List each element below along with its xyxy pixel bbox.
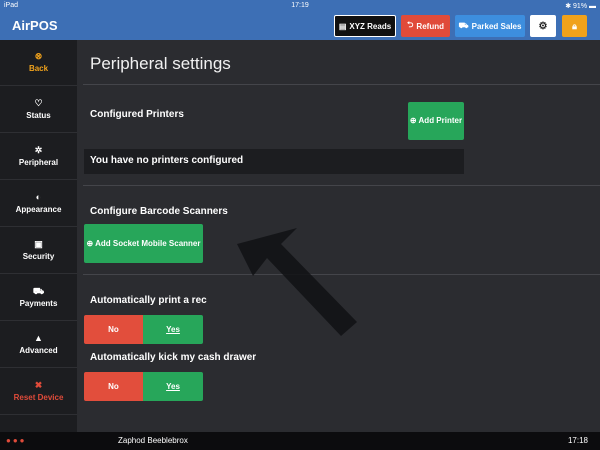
heartbeat-icon: ♡ (34, 98, 43, 108)
xyz-reads-label: XYZ Reads (349, 21, 392, 31)
auto-print-toggle: No Yes (84, 315, 203, 344)
auto-kick-toggle: No Yes (84, 372, 203, 401)
sidebar-item-label: Back (28, 64, 49, 73)
auto-print-no-button[interactable]: No (84, 315, 143, 344)
battery-indicator: ✱ 91% ▬ (565, 3, 596, 10)
refund-label: Refund (416, 21, 444, 31)
sidebar-item-reset-device[interactable]: ✖ Reset Device (0, 369, 77, 415)
car-icon: ⛟ (458, 21, 469, 30)
sidebar-item-payments[interactable]: ⛟ Payments (0, 275, 77, 321)
refund-button[interactable]: ⮌ Refund (401, 15, 450, 37)
logged-in-user: Zaphod Beeblebrox (118, 436, 188, 445)
sidebar-item-label: Peripheral (18, 158, 59, 167)
refund-icon: ⮌ (407, 20, 414, 29)
register-icon: ▤ (338, 21, 347, 31)
add-printer-label: Add Printer (418, 116, 463, 125)
parked-sales-label: Parked Sales (471, 21, 522, 31)
auto-print-yes-button[interactable]: Yes (143, 315, 203, 344)
sidebar: ⊗ Back ♡ Status ✲ Peripheral ◐ Appearanc… (0, 40, 77, 432)
footer-clock: 17:18 (567, 436, 588, 445)
lock-icon: ▣ (34, 239, 43, 249)
sidebar-item-back[interactable]: ⊗ Back (0, 40, 77, 86)
sidebar-item-peripheral[interactable]: ✲ Peripheral (0, 134, 77, 180)
lock-button[interactable]: 🔒︎ (562, 15, 587, 37)
contrast-icon: ◐ (35, 192, 42, 202)
auto-kick-no-button[interactable]: No (84, 372, 143, 401)
auto-kick-title: Automatically kick my cash drawer (90, 352, 257, 363)
warning-icon: ▲ (34, 333, 43, 343)
device-status-bar: iPad 17:19 ✱ 91% ▬ (0, 0, 600, 12)
sidebar-item-label: Payments (19, 299, 58, 308)
app-title: AirPOS (12, 18, 58, 33)
menu-dots-icon[interactable]: ●●● (6, 436, 27, 445)
lock-icon: 🔒︎ (572, 20, 577, 31)
device-time: 17:19 (291, 2, 309, 9)
sidebar-item-security[interactable]: ▣ Security (0, 228, 77, 274)
sidebar-item-status[interactable]: ♡ Status (0, 87, 77, 133)
xyz-reads-button[interactable]: ▤ XYZ Reads (334, 15, 396, 37)
add-scanner-label: Add Socket Mobile Scanner (95, 238, 201, 248)
sidebar-item-label: Security (22, 252, 55, 261)
plus-circle-icon: ⊕ (86, 238, 94, 248)
sidebar-item-advanced[interactable]: ▲ Advanced (0, 322, 77, 368)
auto-print-title: Automatically print a rec (90, 295, 207, 306)
sidebar-item-label: Reset Device (13, 393, 64, 402)
divider (83, 185, 600, 186)
app-header: AirPOS ▤ XYZ Reads ⮌ Refund ⛟ Parked Sal… (0, 12, 600, 40)
sidebar-item-appearance[interactable]: ◐ Appearance (0, 181, 77, 227)
add-printer-button[interactable]: ⊕ Add Printer (408, 102, 464, 140)
sidebar-item-label: Appearance (15, 205, 62, 214)
plus-circle-icon: ⊕ (409, 116, 417, 125)
footer-bar: ●●● Zaphod Beeblebrox 17:18 (0, 432, 600, 450)
parked-sales-button[interactable]: ⛟ Parked Sales (455, 15, 525, 37)
cart-icon: ⛟ (32, 286, 45, 296)
sidebar-item-label: Advanced (19, 346, 58, 355)
page-title: Peripheral settings (90, 54, 231, 73)
pointer-arrow-overlay (237, 228, 357, 336)
battery-level: 91% (573, 3, 588, 10)
gear-icon: ⚙ (538, 20, 548, 32)
scanners-section-title: Configure Barcode Scanners (90, 206, 228, 217)
sidebar-item-label: Status (26, 111, 51, 120)
no-printers-notice: You have no printers configured (84, 149, 464, 174)
printers-section-title: Configured Printers (90, 109, 184, 120)
divider (83, 84, 600, 85)
back-circle-icon: ⊗ (34, 51, 43, 61)
gear-icon: ✲ (34, 145, 43, 155)
settings-button[interactable]: ⚙ (530, 15, 556, 37)
auto-kick-yes-button[interactable]: Yes (143, 372, 203, 401)
close-icon: ✖ (34, 380, 43, 390)
main-panel: Peripheral settings Configured Printers … (77, 40, 600, 432)
add-scanner-button[interactable]: ⊕ Add Socket Mobile Scanner (84, 224, 203, 263)
